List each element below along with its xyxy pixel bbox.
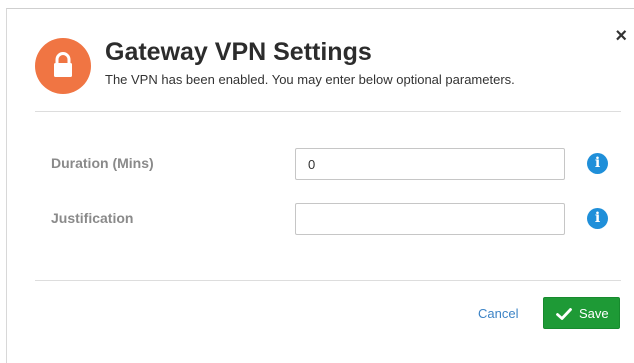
close-icon[interactable]: × [615, 26, 627, 46]
vpn-settings-dialog: × Gateway VPN Settings The VPN has been … [6, 8, 634, 363]
check-icon [556, 308, 572, 320]
header-icon-circle [35, 38, 91, 94]
save-button[interactable]: Save [543, 297, 620, 329]
dialog-subtitle: The VPN has been enabled. You may enter … [105, 72, 515, 87]
duration-label: Duration (Mins) [51, 155, 154, 171]
duration-info-icon[interactable]: i [587, 153, 608, 174]
save-label: Save [579, 306, 609, 321]
cancel-button[interactable]: Cancel [478, 306, 518, 321]
header-divider [35, 111, 621, 112]
dialog-title: Gateway VPN Settings [105, 38, 372, 66]
footer-divider [35, 280, 621, 281]
justification-input[interactable] [295, 203, 565, 235]
justification-info-icon[interactable]: i [587, 208, 608, 229]
duration-input[interactable] [295, 148, 565, 180]
lock-icon [54, 52, 72, 77]
justification-label: Justification [51, 210, 134, 226]
